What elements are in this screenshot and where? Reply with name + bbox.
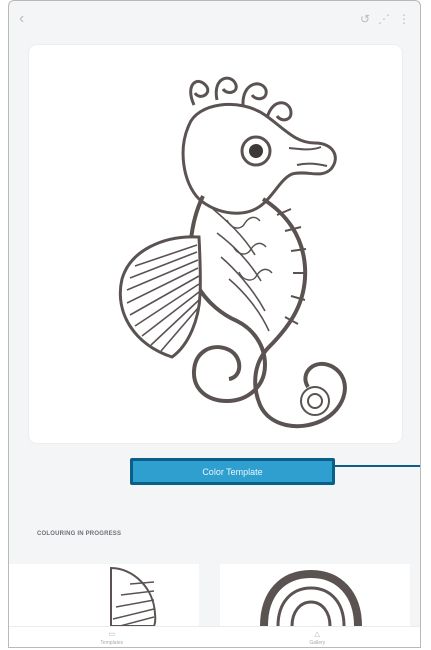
thumbnail-strip bbox=[9, 564, 420, 626]
seahorse-fin-thumbnail[interactable] bbox=[9, 564, 199, 626]
phone-screen: ‹ ↺ ⋰ ⋮ Color Template COLOURING IN PROG… bbox=[8, 0, 421, 648]
nav-gallery[interactable]: △ Gallery bbox=[262, 627, 372, 647]
nav-templates[interactable]: ▭ Templates bbox=[57, 627, 167, 647]
template-icon: ▭ bbox=[108, 631, 116, 638]
gallery-icon: △ bbox=[314, 631, 320, 638]
artwork-preview-card[interactable] bbox=[29, 45, 402, 443]
section-title: COLOURING IN PROGRESS bbox=[37, 531, 122, 537]
share-icon[interactable]: ⋰ bbox=[378, 12, 390, 26]
callout-line bbox=[335, 465, 420, 467]
arch-thumbnail-art bbox=[260, 569, 362, 626]
color-template-button[interactable]: Color Template bbox=[130, 458, 335, 485]
back-arrow-icon[interactable]: ‹ bbox=[19, 11, 24, 27]
fin-thumbnail-art bbox=[110, 566, 157, 626]
undo-icon[interactable]: ↺ bbox=[360, 12, 370, 26]
top-toolbar: ‹ ↺ ⋰ ⋮ bbox=[9, 1, 420, 37]
nav-gallery-label: Gallery bbox=[309, 640, 326, 646]
bottom-navigation: ▭ Templates △ Gallery bbox=[9, 626, 420, 647]
arch-thumbnail[interactable] bbox=[220, 564, 410, 626]
more-vert-icon[interactable]: ⋮ bbox=[398, 12, 410, 26]
nav-templates-label: Templates bbox=[100, 640, 124, 646]
seahorse-artwork bbox=[118, 76, 347, 429]
toolbar-actions: ↺ ⋰ ⋮ bbox=[360, 12, 410, 26]
